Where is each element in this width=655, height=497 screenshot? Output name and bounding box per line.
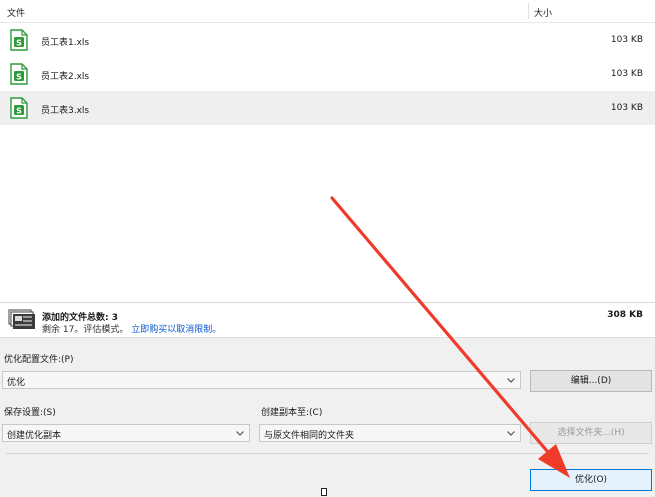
total-size: 308 KB (607, 310, 643, 320)
copy-destination-label: 创建副本至:(C) (261, 408, 323, 418)
file-row-selected[interactable]: S 员工表3.xls 103 KB (0, 91, 655, 125)
column-divider[interactable] (528, 3, 529, 19)
text-cursor-icon (321, 488, 327, 496)
profile-select[interactable]: 优化 (2, 371, 521, 389)
svg-text:S: S (16, 106, 22, 115)
file-name: 员工表2.xls (41, 72, 90, 82)
divider (6, 453, 649, 454)
file-size: 103 KB (610, 103, 643, 113)
file-stack-icon (8, 309, 35, 329)
svg-text:S: S (16, 38, 22, 47)
file-row[interactable]: S 员工表2.xls 103 KB (0, 57, 655, 91)
file-size: 103 KB (610, 69, 643, 79)
file-name: 员工表3.xls (41, 106, 90, 116)
file-size: 103 KB (610, 35, 643, 45)
copy-destination-select[interactable]: 与原文件相同的文件夹 (259, 424, 521, 442)
copy-destination-value: 与原文件相同的文件夹 (264, 431, 355, 441)
column-header-size[interactable]: 大小 (534, 6, 552, 19)
file-row[interactable]: S 员工表1.xls 103 KB (0, 23, 655, 57)
buy-now-link[interactable]: 立即购买以取消限制。 (131, 325, 221, 335)
save-settings-label: 保存设置:(S) (4, 408, 56, 418)
chevron-down-icon (507, 378, 515, 383)
divider (0, 302, 655, 303)
file-list-header: 文件 大小 (0, 0, 655, 23)
evaluation-notice: 剩余 17。评估模式。 立即购买以取消限制。 (42, 322, 221, 335)
remaining-text: 剩余 17。评估模式。 (42, 325, 129, 335)
column-header-name[interactable]: 文件 (7, 6, 25, 19)
xls-file-icon: S (10, 29, 28, 51)
file-name: 员工表1.xls (41, 38, 90, 48)
chevron-down-icon (507, 431, 515, 436)
chevron-down-icon (236, 431, 244, 436)
optimize-button[interactable]: 优化(O) (530, 469, 652, 491)
xls-file-icon: S (10, 63, 28, 85)
save-settings-value: 创建优化副本 (7, 431, 62, 441)
save-settings-select[interactable]: 创建优化副本 (2, 424, 250, 442)
xls-file-icon: S (10, 97, 28, 119)
edit-profile-button[interactable]: 编辑...(D) (530, 370, 652, 392)
choose-folder-button[interactable]: 选择文件夹...(H) (530, 422, 652, 444)
profile-label: 优化配置文件:(P) (4, 355, 74, 365)
svg-text:S: S (16, 72, 22, 81)
profile-select-value: 优化 (7, 378, 26, 388)
